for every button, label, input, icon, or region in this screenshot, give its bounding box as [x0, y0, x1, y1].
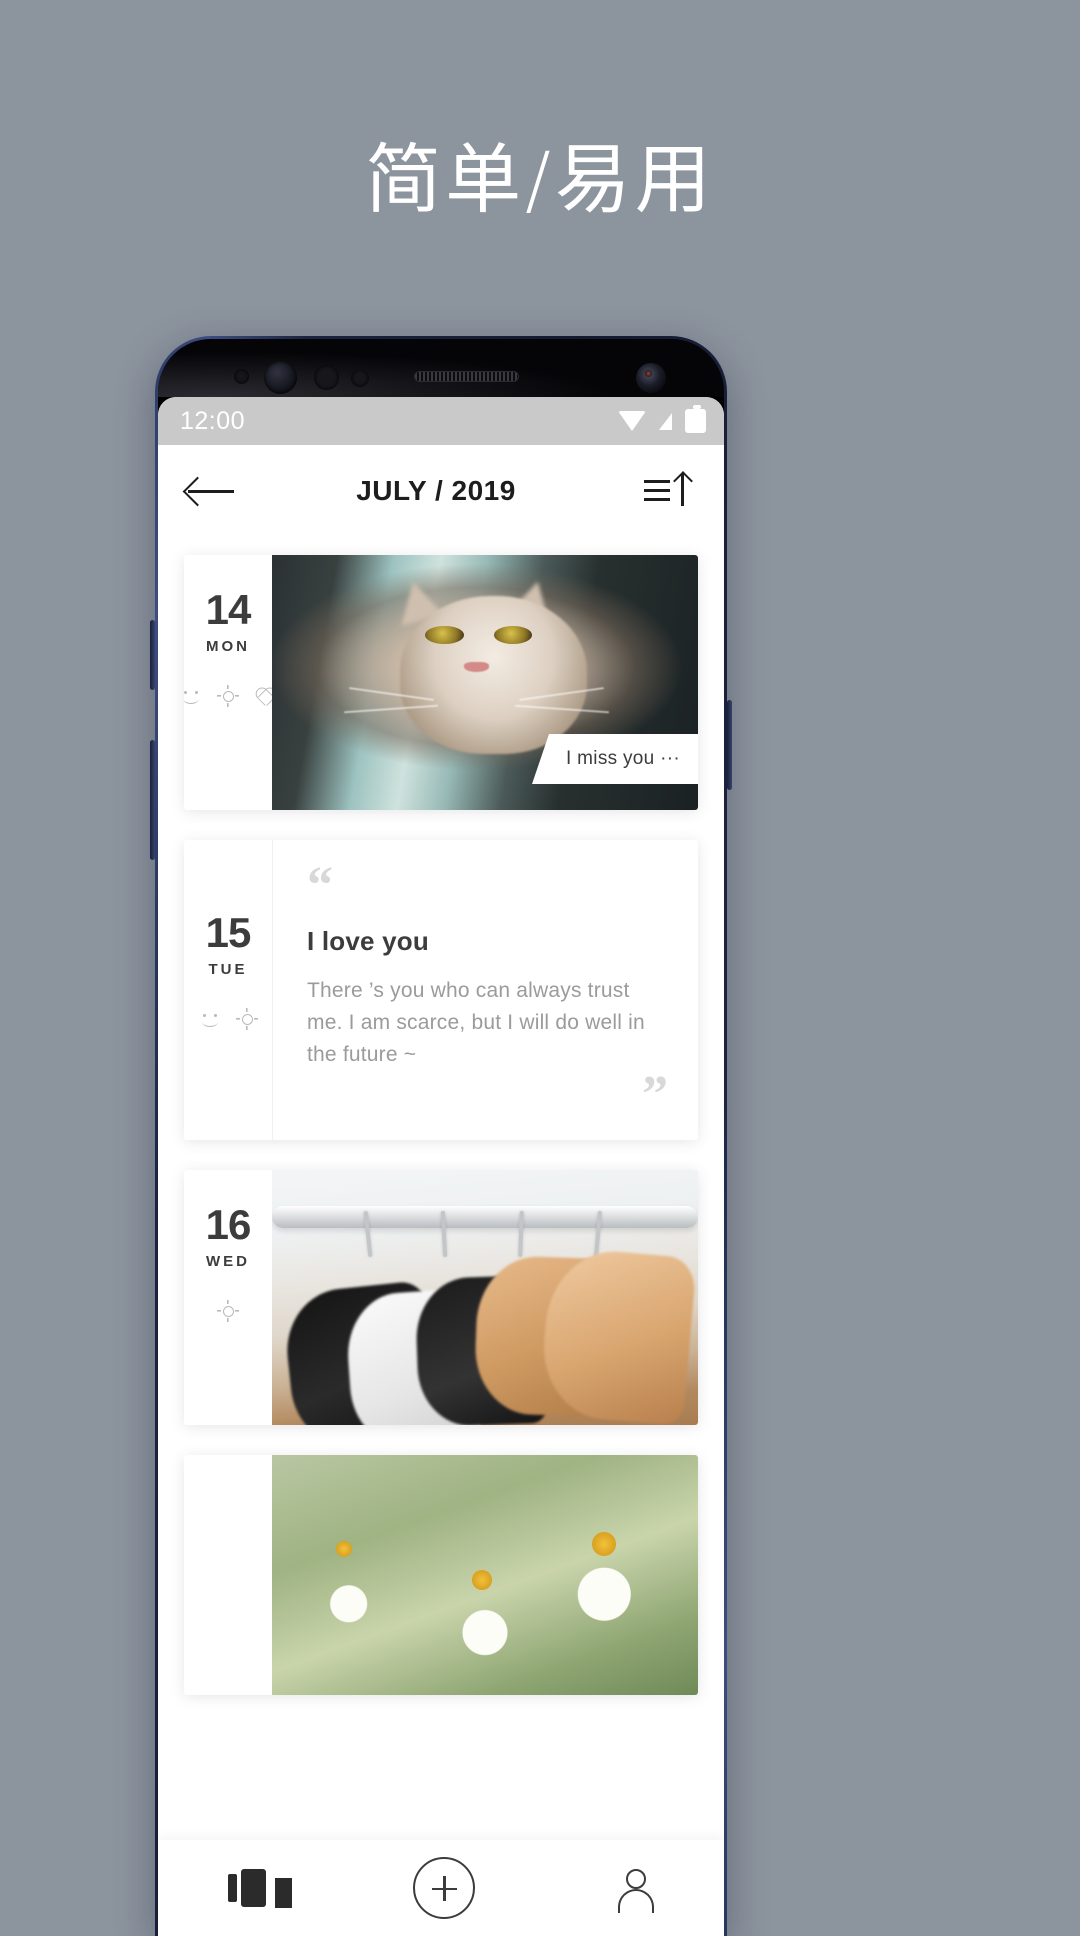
cat-head [399, 595, 588, 754]
earpiece-speaker-icon [414, 371, 519, 382]
smiley-icon[interactable] [199, 1008, 221, 1030]
entry-tag-group [217, 1300, 239, 1322]
proximity-sensor-icon [234, 369, 249, 384]
phone-top-bezel [158, 339, 724, 397]
list-item[interactable] [184, 1455, 698, 1695]
list-item[interactable]: 14 MON I miss you ··· [184, 555, 698, 810]
page-headline: 简单/易用 [365, 135, 715, 224]
sun-icon[interactable] [235, 1008, 258, 1030]
cat-eye-right [493, 626, 532, 645]
entry-day-number: 15 [205, 909, 252, 956]
status-bar: 12:00 [158, 397, 724, 445]
quote-open-icon: “ [307, 857, 333, 914]
clothes-hangers-photo [272, 1170, 698, 1425]
sort-ascending-icon[interactable] [644, 470, 692, 512]
signal-icon [659, 412, 672, 430]
sun-icon[interactable] [217, 685, 239, 707]
user-profile-icon[interactable] [614, 1867, 655, 1913]
bottom-navigation [158, 1840, 724, 1936]
entry-media[interactable] [272, 1455, 698, 1695]
entry-caption: I miss you ··· [532, 734, 698, 784]
entry-tag-group [199, 1008, 258, 1030]
plus-circle-icon[interactable] [412, 1857, 475, 1919]
power-button[interactable] [727, 700, 732, 790]
quote-close-icon: ” [642, 1065, 668, 1123]
phone-inner: 12:00 JULY / 2019 14 MON I miss you ··· … [158, 339, 724, 1936]
battery-icon [685, 405, 706, 433]
entry-weekday: WED [206, 1253, 250, 1270]
entry-tag-group [184, 685, 276, 707]
phone-screen: 12:00 JULY / 2019 14 MON I miss you ··· … [158, 397, 724, 1936]
volume-button[interactable] [150, 620, 155, 690]
quote-title: I love you [307, 926, 429, 956]
daisy-center [472, 1570, 493, 1591]
cards-stack-icon[interactable] [227, 1869, 274, 1907]
iris-scanner-icon [264, 361, 297, 394]
entry-weekday: MON [206, 638, 250, 655]
front-camera-icon [636, 363, 666, 393]
clothes-rail [272, 1205, 698, 1228]
quote-text: There ’s you who can always trust me. I … [307, 979, 645, 1066]
entry-date-column: 15 TUE [184, 840, 272, 1140]
daisy-center [335, 1541, 352, 1558]
status-icon-group [618, 405, 706, 433]
sun-icon[interactable] [217, 1300, 239, 1322]
page-title: JULY / 2019 [356, 475, 516, 506]
entry-media[interactable] [272, 1170, 698, 1425]
cat-photo: I miss you ··· [272, 555, 698, 810]
entry-media[interactable]: I miss you ··· [272, 555, 698, 810]
entry-quote-body: “ I love you There ’s you who can always… [272, 840, 698, 1140]
led-indicator-icon [351, 369, 369, 387]
sort-arrow-glyph [674, 474, 690, 506]
phone-mockup: 12:00 JULY / 2019 14 MON I miss you ··· … [155, 336, 727, 1936]
hanger-hook [518, 1210, 524, 1257]
entry-date-column: 16 WED [184, 1170, 272, 1425]
list-item[interactable]: 16 WED [184, 1170, 698, 1425]
entry-weekday: TUE [208, 961, 248, 978]
status-time: 12:00 [180, 406, 246, 435]
entry-day-number: 16 [205, 1201, 252, 1248]
entry-feed[interactable]: 14 MON I miss you ··· 15 TUE “ I love yo… [158, 537, 724, 1840]
entry-date-column: 14 MON [184, 555, 272, 810]
app-bar: JULY / 2019 [158, 445, 724, 537]
entry-date-column [184, 1455, 272, 1695]
bixby-button[interactable] [150, 740, 155, 860]
entry-day-number: 14 [205, 586, 252, 633]
wifi-icon [618, 411, 646, 431]
smiley-icon[interactable] [184, 685, 202, 707]
daisy-center [591, 1531, 616, 1556]
light-sensor-icon [314, 365, 339, 390]
daisy-flowers-photo [272, 1455, 698, 1695]
cat-eye-left [425, 626, 464, 645]
list-item[interactable]: 15 TUE “ I love you There ’s you who can… [184, 840, 698, 1140]
back-arrow-icon[interactable] [186, 473, 236, 509]
